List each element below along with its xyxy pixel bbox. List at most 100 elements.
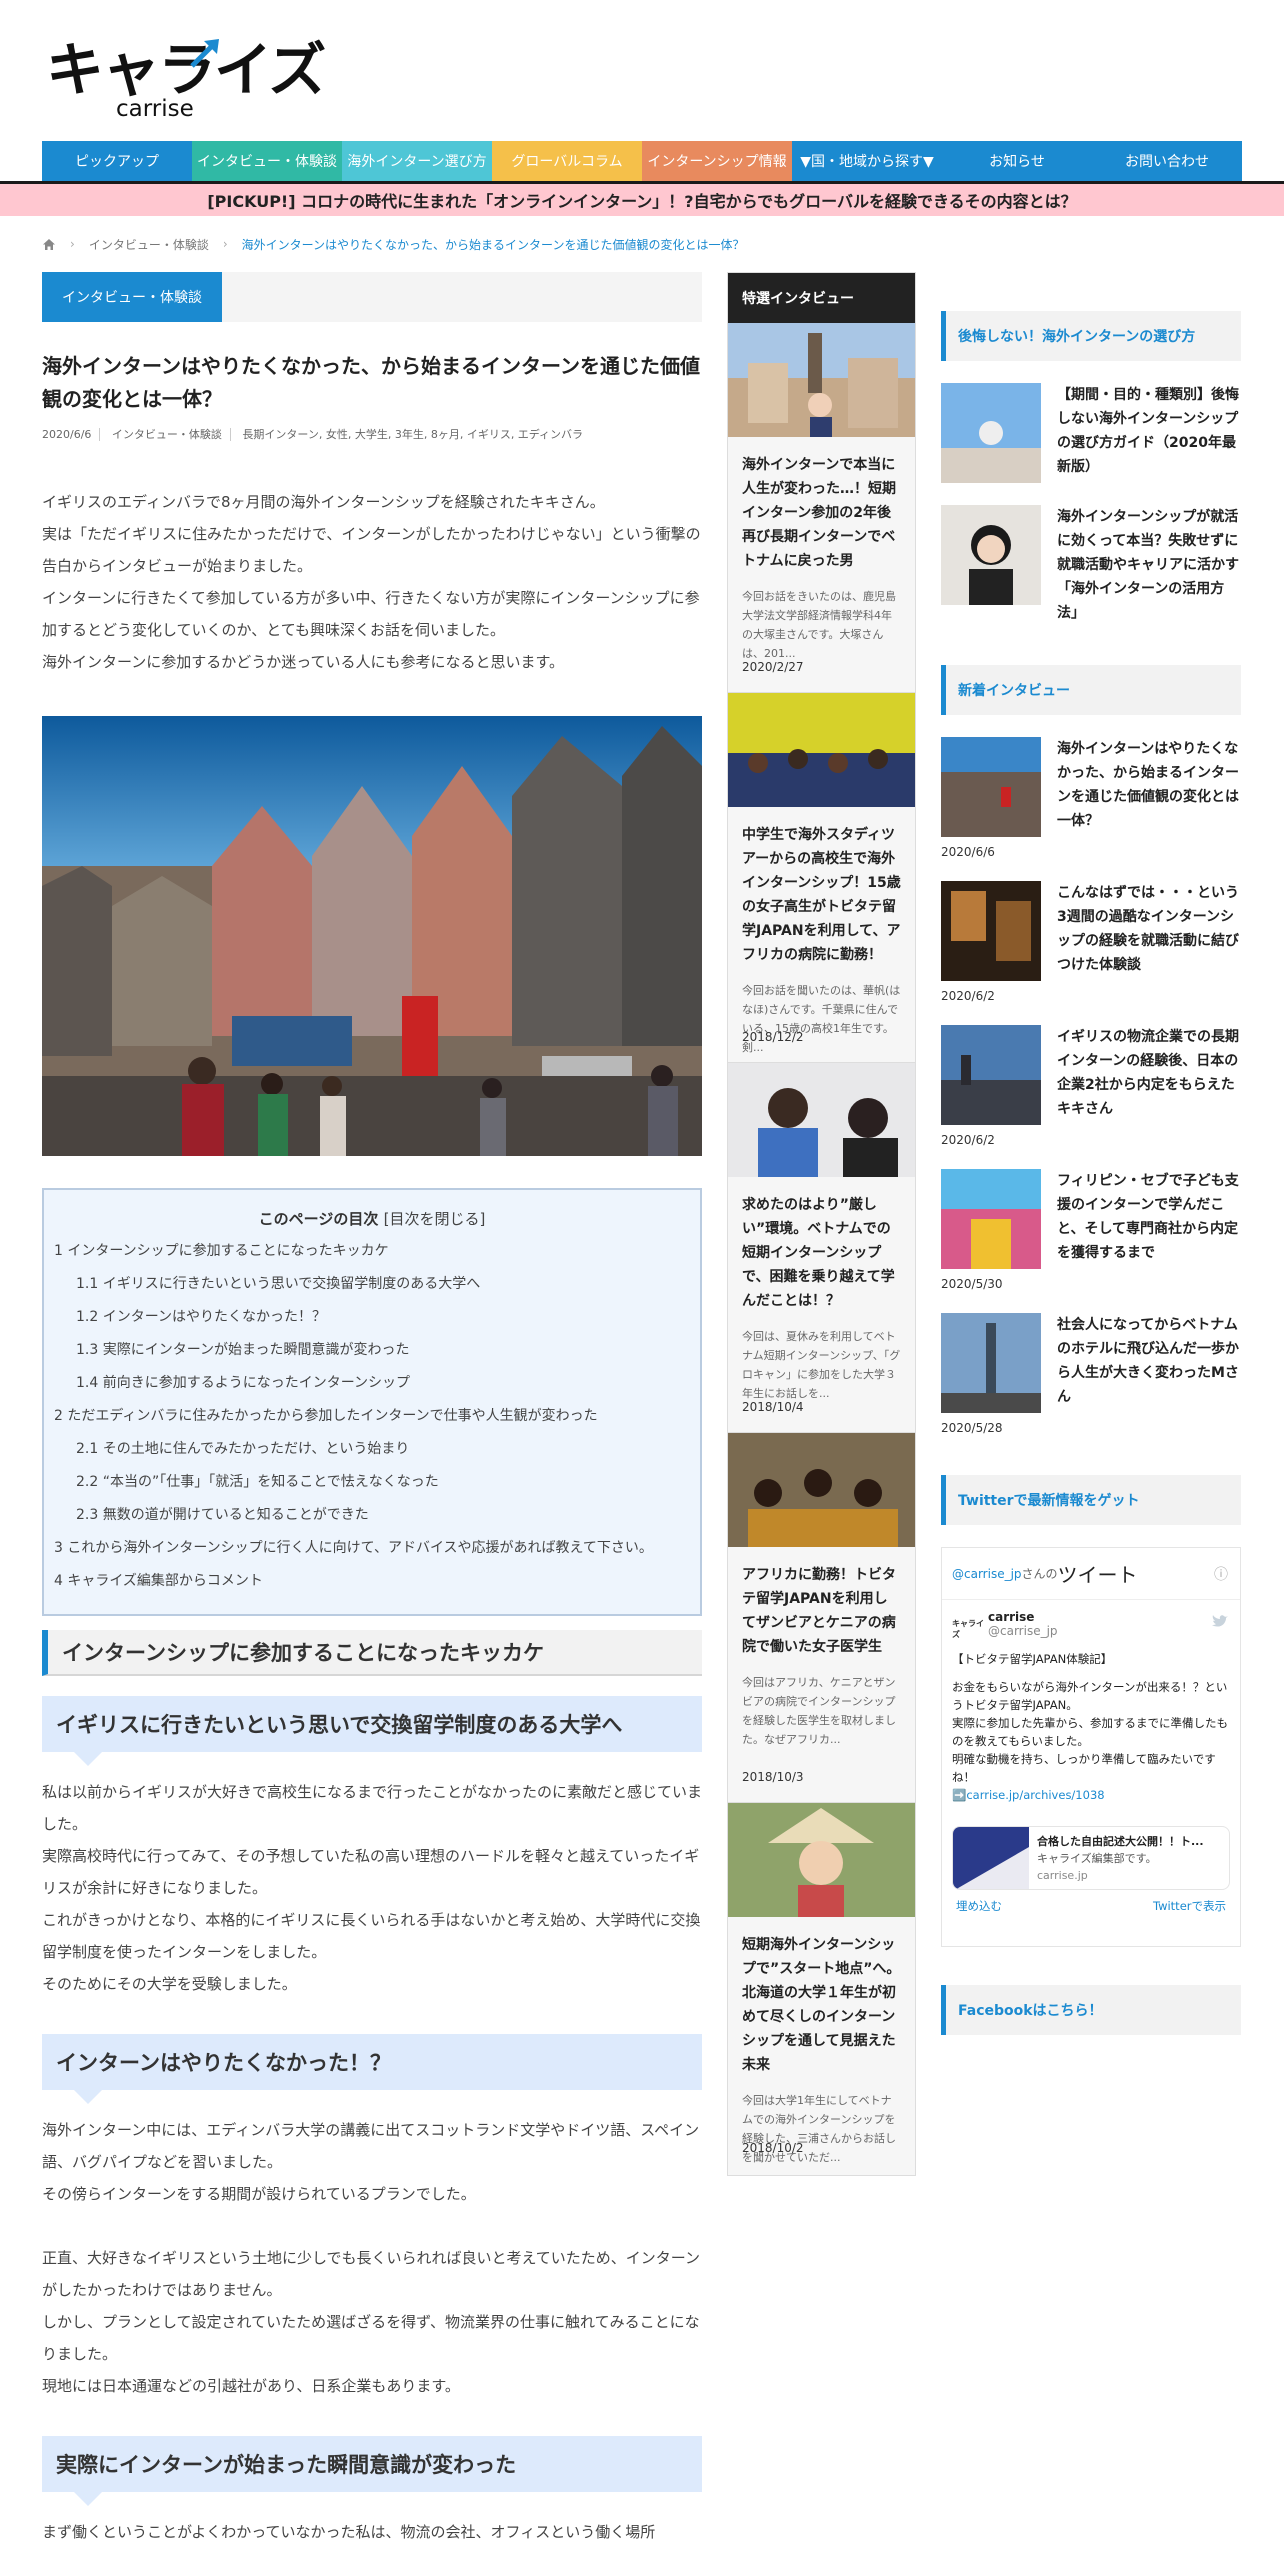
site-logo[interactable]: キャライズ carrise bbox=[46, 38, 326, 122]
news-title[interactable]: 社会人になってからベトナムのホテルに飛び込んだ一歩から人生が大きく変わったMさん bbox=[1041, 1313, 1241, 1435]
intro-paragraph: インターンに行きたくて参加している方が多い中、行きたくない方が実際にインターンシ… bbox=[42, 589, 700, 639]
nav-intern-info[interactable]: インターンシップ情報 bbox=[642, 141, 792, 181]
article-category-link[interactable]: インタビュー・体験談 bbox=[103, 428, 231, 441]
guide-thumbnail[interactable] bbox=[941, 505, 1041, 605]
section-heading: インターンシップに参加することになったキッカケ bbox=[42, 1630, 702, 1676]
nav-interview[interactable]: インタビュー・体験談 bbox=[192, 141, 342, 181]
card-thumbnail[interactable] bbox=[728, 323, 915, 437]
nav-pickup[interactable]: ピックアップ bbox=[42, 141, 192, 181]
subsection-heading: 実際にインターンが始まった瞬間意識が変わった bbox=[42, 2436, 702, 2506]
featured-card[interactable]: 海外インターンで本当に人生が変わった…！短期インターン参加の2年後再び長期インタ… bbox=[728, 323, 915, 693]
card-thumbnail[interactable] bbox=[728, 1433, 915, 1547]
news-item[interactable]: 2020/6/2 こんなはずでは・・・という3週間の過酷なインターンシップの経験… bbox=[941, 881, 1241, 1003]
card-title[interactable]: 短期海外インターンシップで”スタート地点”へ。北海道の大学１年生が初めて尽くしの… bbox=[728, 1921, 915, 2077]
body-paragraph: そのためにその大学を受験しました。 bbox=[42, 1975, 297, 1993]
featured-card[interactable]: 中学生で海外スタディツアーからの高校生で海外インターンシップ！15歳の女子高生が… bbox=[728, 693, 915, 1063]
tweet-avatar[interactable]: キャライズ bbox=[952, 1610, 988, 1640]
nav-news[interactable]: お知らせ bbox=[942, 141, 1092, 181]
info-icon[interactable]: ⓘ bbox=[1214, 1564, 1228, 1584]
guide-item[interactable]: 【期間・目的・種類別】後悔しない海外インターンシップの選び方ガイド（2020年最… bbox=[941, 383, 1241, 483]
article-tags[interactable]: 長期インターン, 女性, 大学生, 3年生, 8ヶ月, イギリス, エディンバラ bbox=[234, 428, 591, 441]
tweet-text: 【トビタテ留学JAPAN体験記】 bbox=[952, 1652, 1113, 1666]
guide-item[interactable]: 海外インターンシップが就活に効くって本当？失敗せずに就職活動やキャリアに活かす「… bbox=[941, 505, 1241, 625]
body-paragraph: その傍らインターンをする期間が設けられているプランでした。 bbox=[42, 2185, 476, 2203]
nav-global-column[interactable]: グローバルコラム bbox=[492, 141, 642, 181]
tweet-link-card[interactable]: 合格した自由記述大公開！！ト... キャライズ編集部です。 carrise.jp bbox=[952, 1826, 1230, 1890]
news-item[interactable]: 2020/6/2 イギリスの物流企業での長期インターンの経験後、日本の企業2社か… bbox=[941, 1025, 1241, 1147]
toc-title: このページの目次 bbox=[258, 1210, 379, 1228]
card-title[interactable]: 海外インターンで本当に人生が変わった…！短期インターン参加の2年後再び長期インタ… bbox=[728, 441, 915, 573]
toc-item[interactable]: 4 キャライズ編集部からコメント bbox=[54, 1565, 690, 1598]
tweet-author-handle[interactable]: @carrise_jp bbox=[988, 1624, 1058, 1638]
news-date: 2020/6/6 bbox=[941, 845, 995, 859]
card-title[interactable]: 求めたのはより”厳しい”環境。ベトナムでの短期インターンシップで、困難を乗り越え… bbox=[728, 1181, 915, 1313]
chevron-right-icon: › bbox=[70, 237, 75, 251]
guide-title[interactable]: 【期間・目的・種類別】後悔しない海外インターンシップの選び方ガイド（2020年最… bbox=[1041, 383, 1241, 483]
featured-card[interactable]: 求めたのはより”厳しい”環境。ベトナムでの短期インターンシップで、困難を乗り越え… bbox=[728, 1063, 915, 1433]
toc-item[interactable]: 1.3 実際にインターンが始まった瞬間意識が変わった bbox=[54, 1334, 690, 1367]
news-item[interactable]: 2020/5/30 フィリピン・セブで子ども支援のインターンで学んだこと、そして… bbox=[941, 1169, 1241, 1291]
news-title[interactable]: 海外インターンはやりたくなかった、から始まるインターンを通じた価値観の変化とは一… bbox=[1041, 737, 1241, 859]
embed-link[interactable]: 埋め込む bbox=[956, 1898, 1002, 1914]
intro-paragraph: 実は「ただイギリスに住みたかっただけで、インターンがしたかったわけじゃない」とい… bbox=[42, 525, 701, 575]
link-card-title[interactable]: 合格した自由記述大公開！！ト... bbox=[1037, 1833, 1204, 1850]
featured-interviews: 特選インタビュー 海外インターンで本当に人生が変わった…！短期インターン参加の2… bbox=[727, 272, 916, 2176]
body-paragraph: 私は以前からイギリスが大好きで高校生になるまで行ったことがなかったのに素敵だと感… bbox=[42, 1783, 703, 1833]
toc-toggle[interactable]: [目次を閉じる] bbox=[384, 1210, 486, 1228]
hero-image-edinburgh-street bbox=[42, 716, 702, 1156]
nav-intern-guide[interactable]: 海外インターン選び方 bbox=[342, 141, 492, 181]
toc-item[interactable]: 2 ただエディンバラに住みたかったから参加したインターンで仕事や人生観が変わった bbox=[54, 1400, 690, 1433]
card-title[interactable]: アフリカに勤務！トビタテ留学JAPANを利用してザンビアとケニアの病院で働いた女… bbox=[728, 1551, 915, 1659]
twitter-handle-link[interactable]: @carrise_jp bbox=[952, 1567, 1022, 1581]
card-date: 2020/2/27 bbox=[742, 660, 804, 674]
sidebar-heading-twitter: Twitterで最新情報をゲット bbox=[941, 1475, 1241, 1525]
news-thumbnail[interactable] bbox=[941, 1169, 1041, 1269]
pickup-banner[interactable]: [PICKUP!] コロナの時代に生まれた「オンラインインターン」！?自宅からで… bbox=[0, 184, 1284, 216]
card-excerpt: 今回はアフリカ、ケニアとザンビアの病院でインターンシップを経験した医学生を取材し… bbox=[742, 1676, 896, 1746]
featured-card[interactable]: 短期海外インターンシップで”スタート地点”へ。北海道の大学１年生が初めて尽くしの… bbox=[728, 1803, 915, 2173]
twitter-bird-icon[interactable] bbox=[1212, 1614, 1228, 1627]
right-sidebar: 後悔しない！海外インターンの選び方 【期間・目的・種類別】後悔しない海外インター… bbox=[941, 311, 1241, 2035]
tweet-link[interactable]: ➡️carrise.jp/archives/1038 bbox=[952, 1786, 1230, 1804]
home-icon[interactable] bbox=[42, 238, 56, 251]
logo-subtitle: carrise bbox=[116, 96, 194, 122]
news-date: 2020/5/28 bbox=[941, 1421, 1003, 1435]
nav-contact[interactable]: お問い合わせ bbox=[1092, 141, 1242, 181]
tweet-author-name[interactable]: carrise bbox=[988, 1610, 1058, 1624]
news-item[interactable]: 2020/5/28 社会人になってからベトナムのホテルに飛び込んだ一歩から人生が… bbox=[941, 1313, 1241, 1435]
news-title[interactable]: フィリピン・セブで子ども支援のインターンで学んだこと、そして専門商社から内定を獲… bbox=[1041, 1169, 1241, 1291]
toc-item[interactable]: 1.1 イギリスに行きたいという思いで交換留学制度のある大学へ bbox=[54, 1268, 690, 1301]
intro-paragraph: 海外インターンに参加するかどうか迷っている人にも参考になると思います。 bbox=[42, 653, 565, 671]
news-thumbnail[interactable] bbox=[941, 881, 1041, 981]
news-item[interactable]: 2020/6/6 海外インターンはやりたくなかった、から始まるインターンを通じた… bbox=[941, 737, 1241, 859]
tweet[interactable]: キャライズ carrise @carrise_jp 【トビタテ留学JAPAN体験… bbox=[942, 1600, 1240, 1900]
body-paragraph: しかし、プランとして設定されていたため選ばざるを得ず、物流業界の仕事に触れてみる… bbox=[42, 2313, 700, 2363]
toc-item[interactable]: 1 インターンシップに参加することになったキッカケ bbox=[54, 1235, 690, 1268]
featured-card[interactable]: アフリカに勤務！トビタテ留学JAPANを利用してザンビアとケニアの病院で働いた女… bbox=[728, 1433, 915, 1803]
card-thumbnail[interactable] bbox=[728, 1803, 915, 1917]
news-title[interactable]: こんなはずでは・・・という3週間の過酷なインターンシップの経験を就職活動に結びつ… bbox=[1041, 881, 1241, 1003]
twitter-handle-suffix: さんの bbox=[1021, 1567, 1058, 1581]
breadcrumb-category[interactable]: インタビュー・体験談 bbox=[89, 236, 209, 253]
news-thumbnail[interactable] bbox=[941, 1313, 1041, 1413]
news-title[interactable]: イギリスの物流企業での長期インターンの経験後、日本の企業2社から内定をもらえたキ… bbox=[1041, 1025, 1241, 1147]
card-thumbnail[interactable] bbox=[728, 1063, 915, 1177]
link-card-description: キャライズ編集部です。 bbox=[1037, 1852, 1157, 1865]
toc-item[interactable]: 3 これから海外インターンシップに行く人に向けて、アドバイスや応援があれば教えて… bbox=[54, 1532, 690, 1565]
sidebar-heading-new: 新着インタビュー bbox=[941, 665, 1241, 715]
guide-thumbnail[interactable] bbox=[941, 383, 1041, 483]
guide-title[interactable]: 海外インターンシップが就活に効くって本当？失敗せずに就職活動やキャリアに活かす「… bbox=[1041, 505, 1241, 625]
card-thumbnail[interactable] bbox=[728, 693, 915, 807]
toc-item[interactable]: 2.3 無数の道が開けていると知ることができた bbox=[54, 1499, 690, 1532]
toc-item[interactable]: 1.4 前向きに参加するようになったインターンシップ bbox=[54, 1367, 690, 1400]
card-title[interactable]: 中学生で海外スタディツアーからの高校生で海外インターンシップ！15歳の女子高生が… bbox=[728, 811, 915, 967]
category-tag[interactable]: インタビュー・体験談 bbox=[42, 272, 222, 322]
toc-item[interactable]: 2.1 その土地に住んでみたかっただけ、という始まり bbox=[54, 1433, 690, 1466]
news-thumbnail[interactable] bbox=[941, 1025, 1041, 1125]
section-body: 海外インターン中には、エディンバラ大学の講義に出てスコットランド文学やドイツ語、… bbox=[42, 2114, 702, 2402]
news-thumbnail[interactable] bbox=[941, 737, 1041, 837]
toc-item[interactable]: 1.2 インターンはやりたくなかった！？ bbox=[54, 1301, 690, 1334]
nav-by-region[interactable]: ▼国・地域から探す▼ bbox=[792, 141, 942, 181]
view-on-twitter-link[interactable]: Twitterで表示 bbox=[1153, 1898, 1226, 1914]
toc-item[interactable]: 2.2 “本当の”「仕事」「就活」を知ることで怯えなくなった bbox=[54, 1466, 690, 1499]
